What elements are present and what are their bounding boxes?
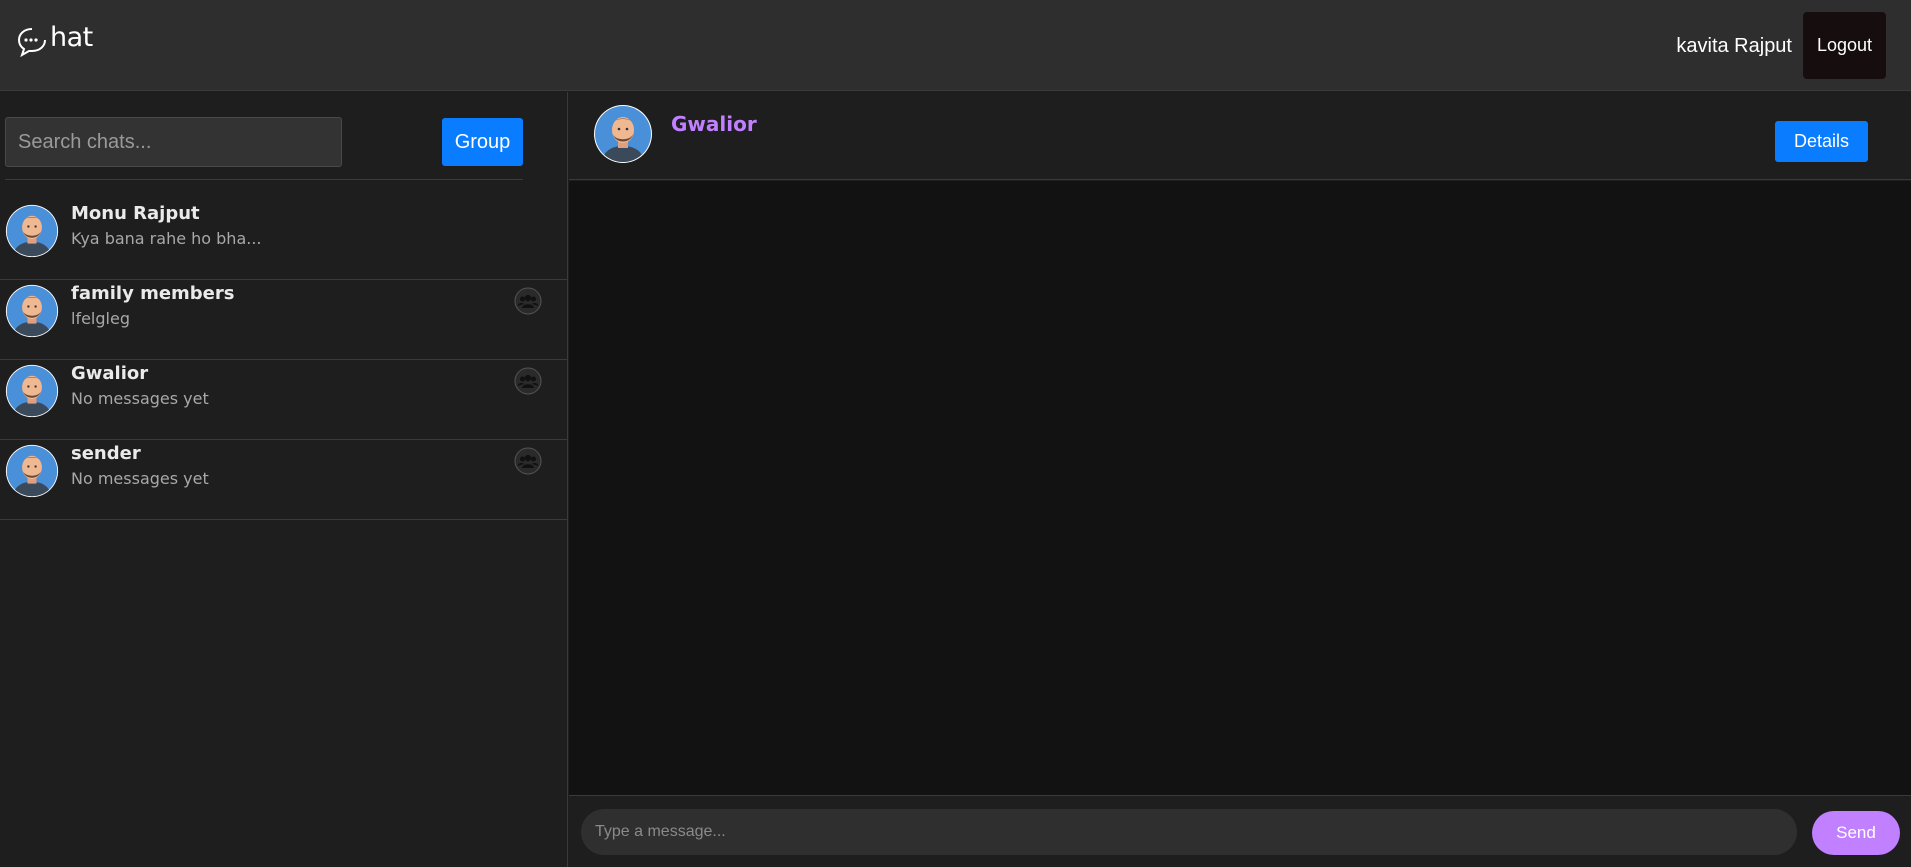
chat-sidebar: Group Monu Rajput Kya bana rahe ho bha... bbox=[0, 92, 568, 867]
chat-last-message: No messages yet bbox=[71, 469, 209, 488]
chat-last-message: No messages yet bbox=[71, 389, 209, 408]
avatar bbox=[5, 364, 59, 418]
avatar bbox=[5, 284, 59, 338]
chat-list-item[interactable]: sender No messages yet bbox=[0, 440, 567, 520]
chat-name: family members bbox=[71, 283, 235, 304]
chat-last-message: lfelgleg bbox=[71, 309, 130, 328]
chat-title: Gwalior bbox=[671, 112, 757, 136]
group-icon bbox=[514, 367, 542, 395]
search-chats-input[interactable] bbox=[5, 117, 342, 167]
chat-name: sender bbox=[71, 443, 141, 464]
avatar bbox=[5, 204, 59, 258]
sidebar-divider bbox=[5, 179, 523, 180]
chat-avatar bbox=[594, 105, 652, 163]
chat-bubble-icon bbox=[17, 28, 46, 58]
send-button[interactable]: Send bbox=[1812, 811, 1900, 855]
chat-header: Gwalior Details bbox=[569, 92, 1911, 180]
message-area[interactable] bbox=[569, 181, 1911, 795]
message-input[interactable] bbox=[581, 809, 1797, 855]
chat-name: Gwalior bbox=[71, 363, 149, 384]
top-navbar: hat kavita Rajput Logout bbox=[0, 0, 1911, 91]
app-logo[interactable]: hat bbox=[16, 22, 93, 62]
logout-button[interactable]: Logout bbox=[1803, 12, 1886, 79]
group-icon bbox=[514, 447, 542, 475]
message-composer: Send bbox=[569, 795, 1911, 867]
logo-text: hat bbox=[50, 22, 93, 53]
chat-list-item[interactable]: Gwalior No messages yet bbox=[0, 360, 567, 440]
chat-last-message: Kya bana rahe ho bha... bbox=[71, 229, 262, 248]
chat-list-item[interactable]: Monu Rajput Kya bana rahe ho bha... bbox=[0, 200, 567, 280]
chat-name: Monu Rajput bbox=[71, 203, 200, 224]
avatar bbox=[5, 444, 59, 498]
group-icon bbox=[514, 287, 542, 315]
chat-list: Monu Rajput Kya bana rahe ho bha... famil… bbox=[0, 200, 567, 520]
create-group-button[interactable]: Group bbox=[442, 118, 523, 166]
chat-list-item[interactable]: family members lfelgleg bbox=[0, 280, 567, 360]
details-button[interactable]: Details bbox=[1775, 121, 1868, 162]
current-username: kavita Rajput bbox=[1676, 35, 1792, 57]
